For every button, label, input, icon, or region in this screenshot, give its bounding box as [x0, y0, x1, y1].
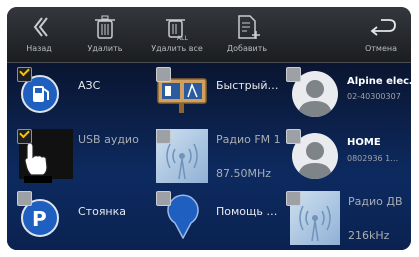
usb-label: USB аудио: [78, 133, 139, 146]
help-label: Помощь …: [216, 205, 278, 218]
return-arrow-icon: [351, 13, 411, 41]
app-screen: Назад Удалить ALL Удалить все Добавить О…: [7, 7, 411, 250]
gas-label: АЗС: [78, 79, 101, 92]
tile-gas-station[interactable]: АЗС: [7, 63, 142, 125]
checkbox-gas[interactable]: [17, 67, 32, 82]
svg-text:P: P: [32, 207, 47, 231]
back-chevrons-icon: [9, 13, 69, 41]
back-label: Назад: [26, 44, 52, 53]
tile-help[interactable]: Помощь …: [144, 187, 280, 249]
toolbar: Назад Удалить ALL Удалить все Добавить О…: [7, 7, 411, 63]
add-label: Добавить: [226, 44, 268, 53]
home-number: 0802936 1…: [347, 154, 399, 163]
quick-label: Быстрый…: [216, 79, 279, 92]
pointing-hand-icon: [21, 139, 55, 183]
checkbox-usb[interactable]: [17, 129, 32, 144]
radio-fm-label: Радио FM 1: [216, 133, 281, 146]
checkbox-quick[interactable]: [156, 67, 171, 82]
add-document-icon: [217, 13, 277, 41]
delete-button[interactable]: Удалить: [75, 7, 135, 62]
tile-radio-fm[interactable]: Радио FM 1 87.50MHz: [144, 125, 281, 187]
tile-parking[interactable]: P Стоянка: [7, 187, 142, 249]
checkbox-home[interactable]: [286, 129, 301, 144]
favorites-grid: АЗС Быстрый… Alpine elec… 02-40300307 US…: [7, 63, 411, 250]
radio-lw-frequency: 216kHz: [348, 229, 390, 242]
tile-home[interactable]: HOME 0802936 1…: [280, 125, 411, 187]
delete-all-button[interactable]: ALL Удалить все: [143, 7, 211, 62]
trash-icon: [75, 13, 135, 41]
tile-usb-audio[interactable]: USB аудио: [7, 125, 142, 187]
add-button[interactable]: Добавить: [217, 7, 277, 62]
radio-lw-label: Радио ДВ: [348, 195, 403, 208]
svg-text:ALL: ALL: [177, 35, 188, 41]
delete-all-label: Удалить все: [151, 44, 203, 53]
home-label: HOME: [347, 137, 381, 148]
checkbox-help[interactable]: [156, 191, 171, 206]
alpine-number: 02-40300307: [347, 92, 401, 101]
checkbox-parking[interactable]: [17, 191, 32, 206]
map-pin-icon: [166, 193, 200, 240]
alpine-label: Alpine elec…: [347, 76, 411, 87]
trash-all-icon: ALL: [143, 13, 211, 42]
cancel-label: Отмена: [364, 44, 398, 53]
tile-quick[interactable]: Быстрый…: [144, 63, 280, 125]
checkbox-radio-fm[interactable]: [156, 129, 171, 144]
back-button[interactable]: Назад: [9, 7, 69, 62]
parking-label: Стоянка: [78, 205, 127, 218]
delete-label: Удалить: [87, 44, 123, 53]
checkbox-alpine[interactable]: [286, 67, 301, 82]
tile-alpine[interactable]: Alpine elec… 02-40300307: [280, 63, 411, 125]
checkbox-radio-lw[interactable]: [286, 191, 301, 206]
tile-radio-lw[interactable]: Радио ДВ 216kHz: [280, 187, 411, 249]
radio-fm-frequency: 87.50MHz: [216, 167, 272, 180]
cancel-button[interactable]: Отмена: [351, 7, 411, 62]
